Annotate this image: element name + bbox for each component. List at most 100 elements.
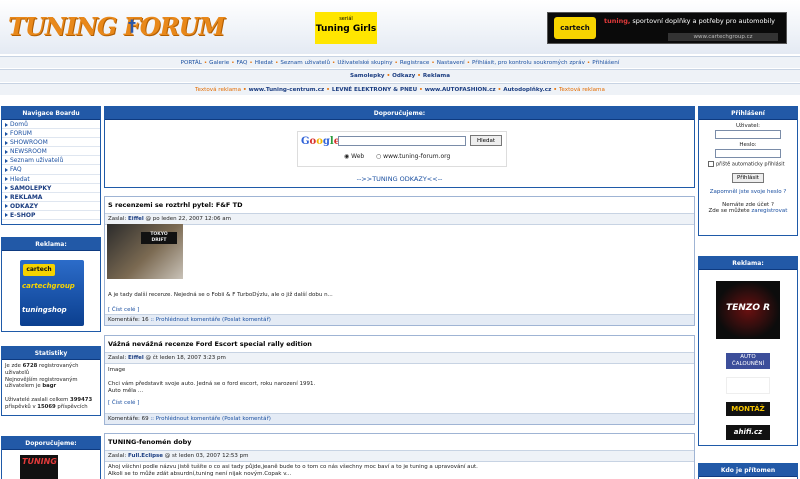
nav3-link[interactable]: www.AUTOFASHION.cz: [425, 87, 496, 93]
left-ad-box: Reklama: cartech cartechgroup tuningshop: [1, 237, 101, 332]
arrow-icon: [5, 213, 8, 218]
sidebar-item[interactable]: Hledat: [2, 175, 100, 184]
tuning-magazine-logo: TUNING: [22, 457, 57, 466]
stats-text: Je zde 6728 registrovaných uživatelů Nej…: [5, 363, 93, 410]
article-title[interactable]: Vážná nevážná recenze Ford Escort specia…: [105, 336, 694, 353]
article-card: Vážná nevážná recenze Ford Escort specia…: [104, 335, 695, 425]
article-author[interactable]: Eiffel: [128, 355, 144, 361]
nav1-link[interactable]: PORTÁL: [181, 60, 202, 66]
forgot-password-link[interactable]: Zapomněl jste svoje heslo ?: [699, 189, 797, 195]
ahifi-ad[interactable]: ahifi.cz: [726, 425, 770, 440]
right-ad-title: Reklama:: [699, 257, 797, 270]
montaz-ad[interactable]: MONTÁŽ: [726, 402, 770, 416]
nav1-link[interactable]: Přihlášení: [592, 60, 619, 66]
banner-title: Tuning Girls: [315, 24, 377, 34]
newest-user-link[interactable]: bagr: [42, 383, 56, 389]
nav2-link[interactable]: Samolepky: [350, 73, 385, 79]
sidebar-item[interactable]: SAMOLEPKY: [2, 184, 100, 193]
tuning-girls-banner[interactable]: seriál Tuning Girls: [315, 12, 377, 44]
nav-separator: •: [394, 60, 398, 66]
nav-separator: •: [419, 87, 423, 93]
sidebar-item[interactable]: NEWSROOM: [2, 147, 100, 157]
cartech-banner[interactable]: cartech tuning, sportovní doplňky a potř…: [547, 12, 787, 44]
nav3-link[interactable]: www.Tuning-centrum.cz: [249, 87, 325, 93]
cartech-ad[interactable]: cartech cartechgroup tuningshop: [20, 260, 84, 326]
article-body: Image Chci vám představit svoje auto. Je…: [108, 367, 316, 394]
auto-login-checkbox[interactable]: přiště automaticky přihlásit: [708, 161, 797, 168]
nav1-link[interactable]: Hledat: [255, 60, 273, 66]
nav1-link[interactable]: Přihlásit, pro kontrolu soukromých zpráv: [472, 60, 585, 66]
password-input[interactable]: [715, 149, 781, 158]
cartech-url: www.cartechgroup.cz: [668, 33, 778, 41]
sidebar-item-label: ODKAZY: [10, 202, 39, 210]
nav3-link[interactable]: Autodoplňky.cz: [503, 87, 551, 93]
sidebar-item[interactable]: FAQ: [2, 165, 100, 175]
sidebar-item[interactable]: ODKAZY: [2, 202, 100, 211]
cartech-logo: cartech: [554, 17, 596, 39]
tuning-magazine-ad[interactable]: TUNING: [20, 455, 58, 479]
sidebar-item[interactable]: E-SHOP: [2, 211, 100, 221]
nav1-link[interactable]: FAQ: [237, 60, 248, 66]
article-footer: Komentáře: 16 :: Prohlédnout komentáře (…: [105, 314, 694, 325]
post-comment-link[interactable]: Poslat komentář: [224, 317, 269, 323]
sidebar-item-label: REKLAMA: [10, 193, 43, 201]
nav2-link[interactable]: Odkazy: [392, 73, 415, 79]
article-meta: Zaslal: Full.Eclipse @ st leden 03, 2007…: [105, 451, 694, 462]
article-card: TUNING-fenomén doby Zaslal: Full.Eclipse…: [104, 433, 695, 479]
radio-web[interactable]: ◉ Web: [344, 153, 364, 160]
main-nav: PORTÁL • Galerie • FAQ • Hledat • Seznam uživate…: [0, 56, 800, 68]
arrow-icon: [5, 167, 8, 172]
nav1-link[interactable]: Galerie: [209, 60, 229, 66]
tenzo-ad[interactable]: TENZO R: [716, 281, 780, 339]
sidebar-item-label: FAQ: [10, 166, 22, 174]
nav1-link[interactable]: Uživatelské skupiny: [337, 60, 392, 66]
article-body: Ahoj všichni podle názvu jistě tušíte o …: [108, 464, 478, 477]
white-ad[interactable]: [726, 377, 770, 394]
nav-separator: •: [203, 60, 208, 66]
sidebar-item[interactable]: REKLAMA: [2, 193, 100, 202]
left-rec-title: Doporučujeme:: [2, 437, 100, 450]
nav-separator: •: [417, 73, 421, 79]
google-search-button[interactable]: Hledat: [470, 135, 502, 146]
sidebar-item[interactable]: SHOWROOM: [2, 138, 100, 148]
arrow-icon: [5, 204, 8, 209]
article-read-more[interactable]: [ Číst celé ]: [105, 398, 694, 408]
article-meta: Zaslal: Eiffel @ čt leden 18, 2007 3:23 …: [105, 353, 694, 364]
register-link[interactable]: zaregistrovat: [751, 208, 787, 214]
nav1-link[interactable]: Seznam uživatelů: [280, 60, 330, 66]
see-comments-link[interactable]: Prohlédnout komentáře: [156, 317, 221, 323]
nav1-link[interactable]: Registrace: [400, 60, 430, 66]
arrow-icon: [5, 149, 8, 154]
site-logo[interactable]: TUNING FORUM: [8, 12, 225, 41]
nav-separator: •: [231, 60, 235, 66]
arrow-icon: [5, 195, 8, 200]
sidebar-item[interactable]: Seznam uživatelů: [2, 156, 100, 166]
article-author[interactable]: Full.Eclipse: [128, 453, 163, 459]
nav3-link[interactable]: Textová reklama: [195, 87, 241, 93]
login-button[interactable]: Přihlásit: [732, 172, 764, 183]
nav2-link[interactable]: Reklama: [423, 73, 450, 79]
see-comments-link[interactable]: Prohlédnout komentáře: [156, 416, 221, 422]
post-comment-link[interactable]: Poslat komentář: [224, 416, 269, 422]
article-meta: Zaslal: Eiffel @ po leden 22, 2007 12:06…: [105, 214, 694, 225]
sidebar-item[interactable]: FORUM: [2, 129, 100, 139]
who-online-box: Kdo je přítomen: [698, 463, 798, 479]
cartech-tagline: tuning, sportovní doplňky a potřeby pro …: [604, 17, 776, 25]
article-title[interactable]: S recenzemi se roztrhl pytel: F&F TD: [105, 197, 694, 214]
nav3-link[interactable]: Textová reklama: [559, 87, 605, 93]
nav-board-box: Navigace Boardu Domů FORUM SHOWROOM NEWSROO…: [1, 106, 101, 225]
article-author[interactable]: Eiffel: [128, 216, 144, 222]
nav3-link[interactable]: LEVNÉ ELEKTRONY & PNEU: [332, 87, 417, 93]
nav-separator: •: [553, 87, 557, 93]
auto-calouneni-ad[interactable]: AUTO ČALOUNĚNÍ: [726, 353, 770, 369]
radio-site[interactable]: ○ www.tuning-forum.org: [376, 153, 450, 160]
arrow-icon: [5, 131, 8, 136]
tuning-links-link[interactable]: -->>TUNING ODKAZY<<--: [105, 175, 694, 183]
username-input[interactable]: [715, 130, 781, 139]
sidebar-item[interactable]: Domů: [2, 120, 100, 130]
nav1-link[interactable]: Nastavení: [437, 60, 465, 66]
article-card: S recenzemi se roztrhl pytel: F&F TD Zas…: [104, 196, 695, 326]
article-title[interactable]: TUNING-fenomén doby: [105, 434, 694, 451]
article-body: A je tady další recenze. Nejedná se o Fo…: [108, 292, 333, 298]
google-search-input[interactable]: [338, 136, 466, 146]
